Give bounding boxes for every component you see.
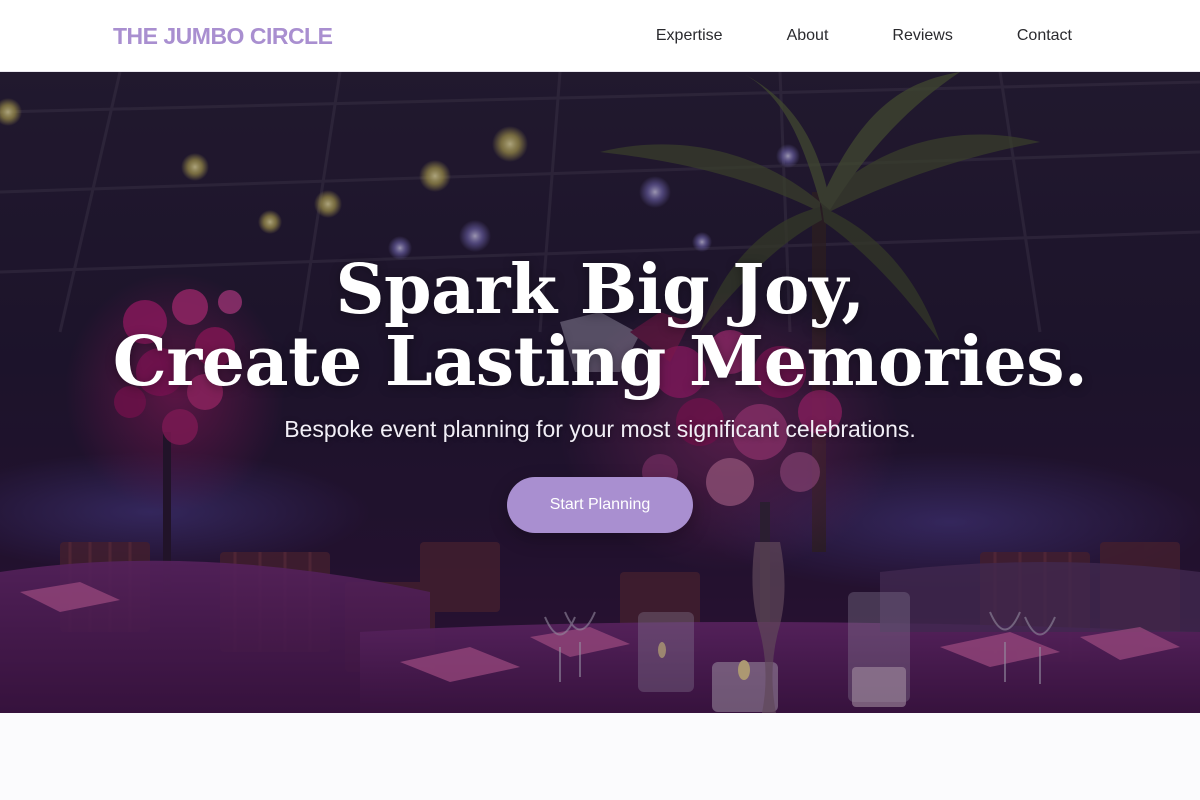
hero-section: Spark Big Joy, Create Lasting Memories. … [0, 72, 1200, 713]
nav-link-reviews[interactable]: Reviews [892, 25, 952, 47]
start-planning-button[interactable]: Start Planning [507, 477, 693, 533]
brand-logo[interactable]: THE JUMBO CIRCLE [113, 22, 333, 50]
hero-headline-line-2: Create Lasting Memories. [112, 322, 1088, 402]
nav-link-about[interactable]: About [787, 25, 829, 47]
next-section [0, 713, 1200, 800]
hero-headline: Spark Big Joy, Create Lasting Memories. [0, 254, 1200, 398]
nav-link-expertise[interactable]: Expertise [656, 25, 723, 47]
hero-subheadline: Bespoke event planning for your most sig… [284, 416, 916, 442]
hero-headline-line-1: Spark Big Joy, [335, 250, 865, 330]
hero-content: Spark Big Joy, Create Lasting Memories. … [0, 72, 1200, 713]
nav-link-contact[interactable]: Contact [1017, 25, 1072, 47]
site-header: THE JUMBO CIRCLE Expertise About Reviews… [0, 0, 1200, 72]
main-nav: Expertise About Reviews Contact [656, 25, 1072, 47]
